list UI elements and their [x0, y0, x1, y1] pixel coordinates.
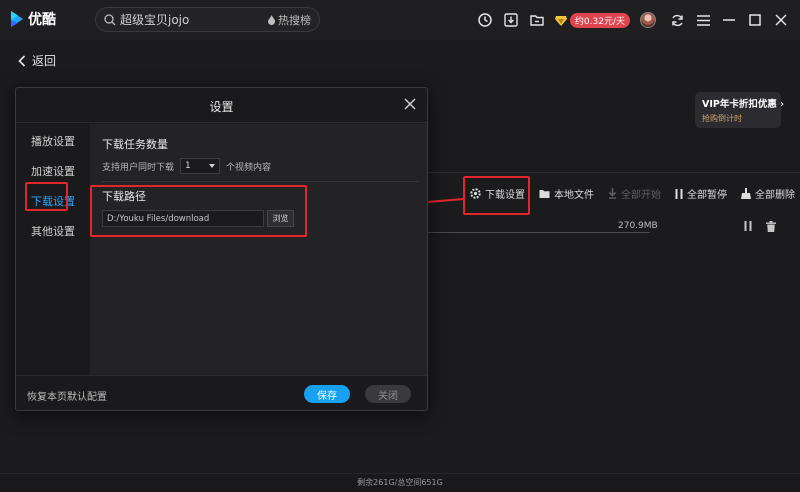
task-count-select[interactable]: 1	[180, 158, 221, 174]
settings-dialog: 设置 播放设置 加速设置 下载设置 其他设置 下载任务数量 支持用户同时下载 1…	[15, 87, 428, 411]
save-button[interactable]: 保存	[304, 385, 350, 403]
start-all-button[interactable]: 全部开始	[608, 186, 661, 201]
menu-button[interactable]	[690, 7, 716, 33]
close-button[interactable]: 关闭	[365, 385, 411, 403]
local-files-label: 本地文件	[554, 190, 594, 201]
divider	[428, 172, 800, 173]
folder-button[interactable]	[524, 7, 550, 33]
highlight-download-settings	[463, 176, 530, 215]
folder-icon	[530, 15, 544, 26]
minimize-icon	[723, 19, 735, 21]
top-bar: 优酷 热搜榜 约0.32元/天	[0, 0, 800, 40]
back-button[interactable]: 返回	[18, 52, 56, 69]
refresh-button[interactable]	[664, 7, 690, 33]
hamburger-icon	[696, 14, 710, 26]
flame-icon	[268, 14, 275, 25]
section-divider	[102, 181, 419, 182]
broom-icon	[741, 188, 751, 199]
history-button[interactable]	[472, 7, 498, 33]
pause-all-label: 全部暂停	[687, 190, 727, 201]
local-files-button[interactable]: 本地文件	[539, 186, 594, 201]
close-icon[interactable]	[403, 97, 417, 111]
refresh-icon	[671, 14, 683, 26]
download-button[interactable]	[498, 7, 524, 33]
maximize-icon	[749, 14, 761, 26]
search-input[interactable]	[120, 12, 267, 27]
restore-defaults-link[interactable]: 恢复本页默认配置	[27, 388, 107, 403]
settings-nav: 播放设置 加速设置 下载设置 其他设置	[16, 124, 90, 375]
storage-status: 剩余261G/总空间651G	[0, 473, 800, 492]
pause-icon	[675, 188, 683, 199]
youku-logo-icon	[11, 11, 23, 27]
maximize-button[interactable]	[742, 7, 768, 33]
file-size: 270.9MB	[618, 221, 658, 231]
minimize-button[interactable]	[716, 7, 742, 33]
settings-content: 下载任务数量 支持用户同时下载 1 个视频内容 下载路径 浏览	[90, 124, 427, 375]
pause-all-button[interactable]: 全部暂停	[675, 186, 727, 201]
hot-search-link[interactable]: 热搜榜	[267, 12, 311, 28]
nav-item-playback[interactable]: 播放设置	[16, 126, 90, 156]
trash-icon[interactable]	[766, 221, 776, 232]
window-controls: 约0.32元/天	[472, 0, 800, 40]
back-label: 返回	[32, 54, 57, 68]
pause-icon[interactable]	[744, 221, 752, 231]
app-name: 优酷	[28, 12, 56, 28]
progress-bar	[428, 232, 650, 233]
delete-all-button[interactable]: 全部删除	[741, 186, 795, 201]
vip-offer[interactable]: 约0.32元/天	[554, 12, 630, 28]
download-arrow-icon	[608, 188, 617, 199]
dialog-footer: 恢复本页默认配置 保存 关闭	[16, 375, 427, 411]
folder-icon	[539, 189, 550, 198]
highlight-download-nav	[25, 182, 68, 211]
dialog-title: 设置	[209, 100, 234, 114]
vip-diamond-icon	[554, 16, 567, 26]
search-bar[interactable]: 热搜榜	[95, 7, 320, 32]
app-logo[interactable]: 优酷	[10, 9, 56, 29]
close-window-button[interactable]	[768, 7, 794, 33]
task-count-value: 1	[185, 161, 191, 171]
avatar[interactable]	[640, 12, 656, 28]
clock-icon	[478, 13, 492, 27]
close-icon	[775, 14, 787, 26]
nav-item-other[interactable]: 其他设置	[16, 216, 90, 246]
task-count-suffix: 个视频内容	[226, 162, 272, 173]
task-count-title: 下载任务数量	[102, 138, 168, 151]
search-icon	[104, 13, 116, 25]
task-count-row: 支持用户同时下载 1 个视频内容	[102, 158, 271, 174]
vip-price-badge: 约0.32元/天	[569, 12, 630, 28]
promo-subtitle: 抢购倒计时	[702, 114, 742, 123]
hot-search-label: 热搜榜	[278, 13, 311, 27]
dialog-header: 设置	[16, 88, 427, 123]
caret-down-icon	[209, 164, 216, 168]
download-icon	[504, 13, 518, 27]
delete-all-label: 全部删除	[755, 190, 795, 201]
row-actions	[744, 221, 776, 232]
highlight-download-path	[90, 185, 307, 237]
vip-promo-card[interactable]: VIP年卡折扣优惠 › 抢购倒计时	[695, 92, 785, 128]
promo-title: VIP年卡折扣优惠 ›	[702, 99, 785, 110]
task-count-prefix: 支持用户同时下载	[102, 162, 175, 173]
chevron-left-icon	[18, 54, 26, 67]
start-all-label: 全部开始	[621, 190, 661, 201]
